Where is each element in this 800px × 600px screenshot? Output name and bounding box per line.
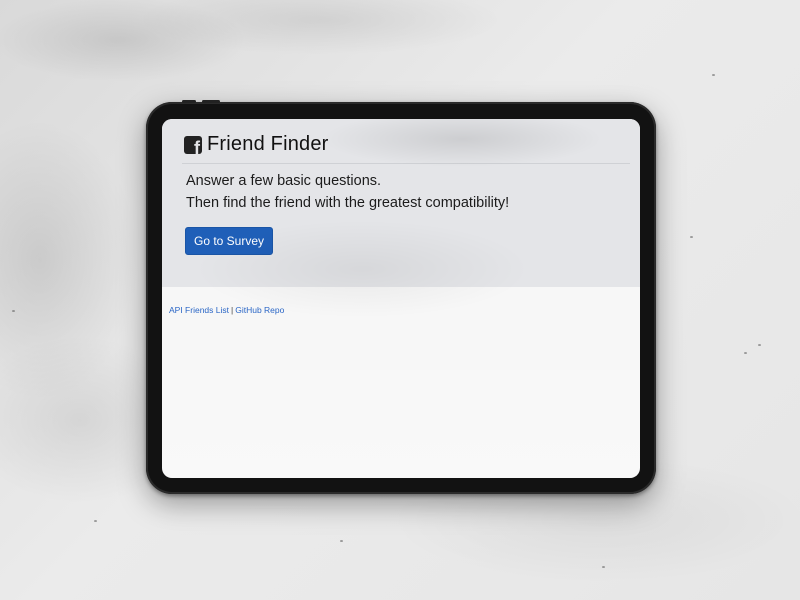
tablet-device: f Friend Finder Answer a few basic quest… bbox=[146, 100, 656, 494]
page-title: Friend Finder bbox=[207, 133, 329, 155]
surface-speck bbox=[94, 520, 97, 522]
link-separator: | bbox=[231, 305, 234, 315]
brand-header: f Friend Finder bbox=[184, 133, 329, 157]
tablet-power-button bbox=[202, 100, 220, 103]
surface-speck bbox=[340, 540, 343, 542]
api-friends-list-link[interactable]: API Friends List bbox=[169, 305, 229, 315]
header-divider bbox=[182, 163, 630, 164]
surface-speck bbox=[602, 566, 605, 568]
tablet-screen: f Friend Finder Answer a few basic quest… bbox=[162, 119, 640, 478]
hero-lead-line-2: Then find the friend with the greatest c… bbox=[186, 195, 510, 211]
footer-links: API Friends List | GitHub Repo bbox=[169, 305, 284, 315]
surface-speck bbox=[712, 74, 715, 76]
surface-speck bbox=[744, 352, 747, 354]
facebook-square-icon: f bbox=[184, 135, 202, 157]
hero-lead-line-1: Answer a few basic questions. bbox=[186, 173, 382, 189]
tablet-volume-button bbox=[182, 100, 196, 103]
surface-speck bbox=[690, 236, 693, 238]
github-repo-link[interactable]: GitHub Repo bbox=[235, 305, 284, 315]
surface-speck bbox=[758, 344, 761, 346]
hero-jumbotron: f Friend Finder Answer a few basic quest… bbox=[162, 119, 640, 287]
surface-speck bbox=[12, 310, 15, 312]
go-to-survey-button[interactable]: Go to Survey bbox=[185, 227, 273, 255]
